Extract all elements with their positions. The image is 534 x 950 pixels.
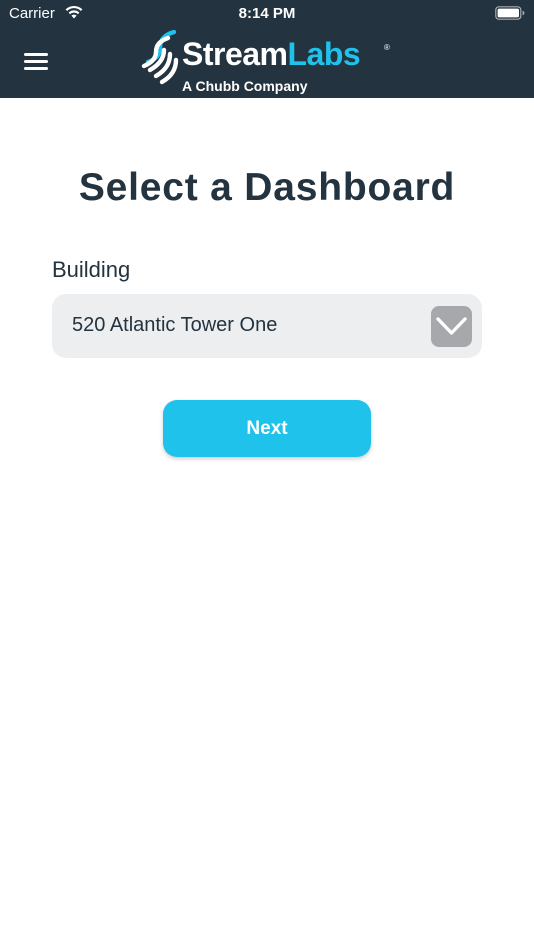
streamlabs-wave-icon [141,30,179,85]
logo-labs-text: Labs [287,36,361,72]
logo-stream-text: Stream [182,36,288,72]
logo-wordmark: StreamLabs [182,36,361,73]
registered-mark: ® [384,43,390,52]
next-button[interactable]: Next [163,400,371,457]
status-time: 8:14 PM [238,5,296,22]
hamburger-menu-icon[interactable] [24,53,48,71]
battery-full-icon [495,6,525,20]
page-title: Select a Dashboard [78,166,456,209]
app-header: Carrier 8:14 PM StreamLabs ® A Chubb Com… [0,0,534,98]
logo-subtitle: A Chubb Company [182,78,308,94]
building-label: Building [52,257,131,282]
building-select[interactable]: 520 Atlantic Tower One [52,294,482,358]
chevron-down-icon [436,317,467,335]
streamlabs-logo: StreamLabs ® A Chubb Company [140,30,396,96]
dropdown-toggle[interactable] [431,306,472,347]
status-bar: Carrier 8:14 PM [0,0,534,28]
building-select-value: 520 Atlantic Tower One [72,314,278,336]
